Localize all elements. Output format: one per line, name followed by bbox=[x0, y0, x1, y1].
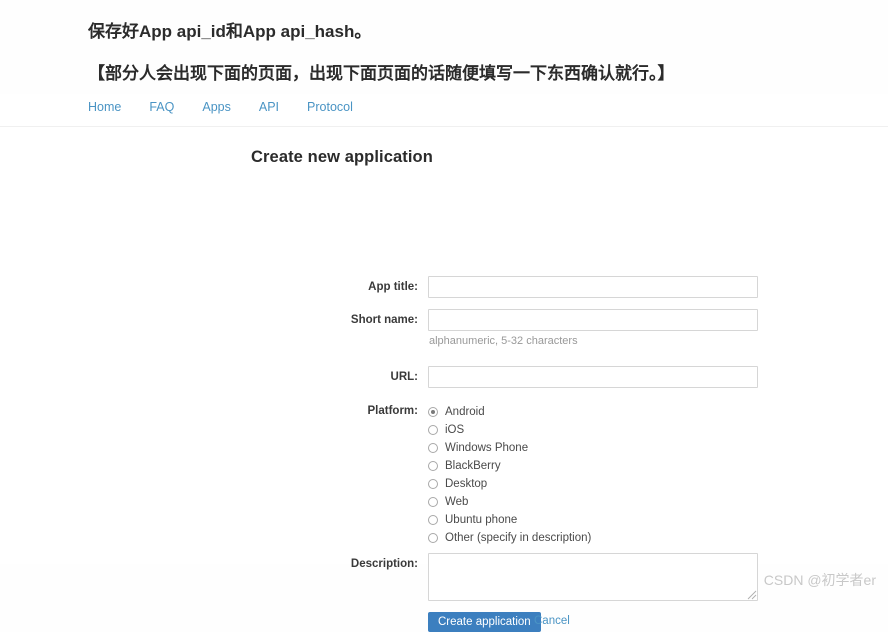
radio-label: iOS bbox=[445, 424, 465, 436]
radio-label: Windows Phone bbox=[445, 442, 529, 454]
radio-label: Android bbox=[445, 406, 485, 418]
short-name-hint: alphanumeric, 5-32 characters bbox=[429, 335, 578, 347]
radio-icon[interactable] bbox=[428, 461, 438, 471]
short-name-input[interactable] bbox=[428, 309, 758, 331]
label-short-name: Short name: bbox=[350, 314, 418, 326]
radio-label: Web bbox=[445, 496, 469, 508]
radio-label: Desktop bbox=[445, 478, 488, 490]
site-navigation: Home FAQ Apps API Protocol bbox=[88, 100, 353, 114]
radio-icon[interactable] bbox=[428, 497, 438, 507]
platform-radio-group[interactable]: Android iOS Windows Phone BlackBerry Des… bbox=[428, 403, 591, 547]
radio-option-web[interactable]: Web bbox=[428, 493, 591, 511]
page-title: Create new application bbox=[251, 148, 433, 166]
radio-option-windows-phone[interactable]: Windows Phone bbox=[428, 439, 591, 457]
radio-option-android[interactable]: Android bbox=[428, 403, 591, 421]
radio-option-ubuntu-phone[interactable]: Ubuntu phone bbox=[428, 511, 591, 529]
url-input[interactable] bbox=[428, 366, 758, 388]
radio-icon[interactable] bbox=[428, 479, 438, 489]
description-textarea[interactable] bbox=[428, 553, 758, 601]
label-app-title: App title: bbox=[368, 281, 418, 293]
radio-icon[interactable] bbox=[428, 533, 438, 543]
radio-icon[interactable] bbox=[428, 425, 438, 435]
nav-item-api[interactable]: API bbox=[259, 100, 279, 114]
label-platform: Platform: bbox=[367, 405, 418, 417]
create-application-button[interactable]: Create application bbox=[428, 612, 541, 632]
radio-label: Ubuntu phone bbox=[445, 514, 518, 526]
nav-item-apps[interactable]: Apps bbox=[202, 100, 231, 114]
radio-option-blackberry[interactable]: BlackBerry bbox=[428, 457, 591, 475]
nav-divider bbox=[0, 126, 888, 127]
annotation-line-1: 保存好App api_id和App api_hash。 bbox=[88, 22, 372, 41]
radio-icon-selected[interactable] bbox=[428, 407, 438, 417]
radio-icon[interactable] bbox=[428, 515, 438, 525]
radio-option-other[interactable]: Other (specify in description) bbox=[428, 529, 591, 547]
label-description: Description: bbox=[350, 558, 418, 570]
nav-item-protocol[interactable]: Protocol bbox=[307, 100, 353, 114]
radio-icon[interactable] bbox=[428, 443, 438, 453]
annotation-line-2: 【部分人会出现下面的页面，出现下面页面的话随便填写一下东西确认就行。】 bbox=[88, 64, 675, 83]
radio-option-ios[interactable]: iOS bbox=[428, 421, 591, 439]
radio-label: BlackBerry bbox=[445, 460, 501, 472]
app-title-input[interactable] bbox=[428, 276, 758, 298]
cancel-link[interactable]: Cancel bbox=[534, 615, 570, 627]
radio-label: Other (specify in description) bbox=[445, 532, 592, 544]
telegram-app-page: Home FAQ Apps API Protocol Create new ap… bbox=[0, 94, 888, 632]
radio-option-desktop[interactable]: Desktop bbox=[428, 475, 591, 493]
label-url: URL: bbox=[390, 371, 418, 383]
nav-item-faq[interactable]: FAQ bbox=[149, 100, 174, 114]
watermark: CSDN @初学者er bbox=[763, 572, 876, 588]
nav-item-home[interactable]: Home bbox=[88, 100, 121, 114]
